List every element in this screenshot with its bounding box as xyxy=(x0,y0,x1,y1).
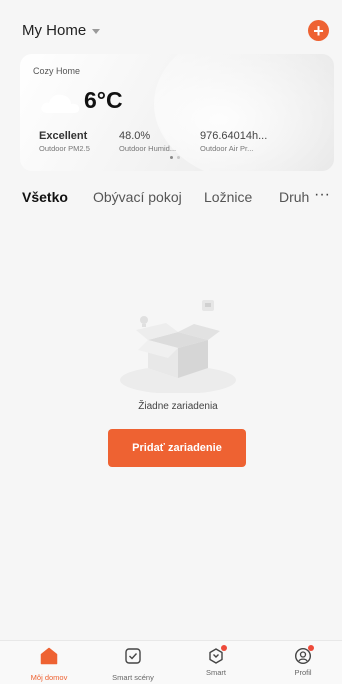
metric-value: Excellent xyxy=(39,130,88,142)
profile-icon-wrapper xyxy=(294,645,314,665)
tab-all[interactable]: Všetko xyxy=(22,189,68,205)
nav-label: Smart scény xyxy=(112,673,154,682)
smart-icon-wrapper xyxy=(207,645,227,665)
home-icon xyxy=(40,647,58,665)
temperature: 6°C xyxy=(84,87,123,113)
tab-living-room[interactable]: Obývací pokoj xyxy=(93,189,182,205)
notification-badge xyxy=(308,645,314,651)
nav-smart[interactable]: Smart xyxy=(181,645,251,677)
empty-state-message: Žiadne zariadenia xyxy=(138,401,218,412)
empty-box-illustration xyxy=(120,300,236,393)
check-square-icon xyxy=(125,648,141,664)
metric-label: Outdoor Air Pr... xyxy=(200,144,254,153)
page-dot xyxy=(177,156,180,159)
home-name: My Home xyxy=(22,22,87,39)
home-selector[interactable]: My Home xyxy=(22,22,101,39)
chevron-down-icon xyxy=(92,29,101,34)
header: My Home + xyxy=(0,0,342,52)
nav-label: Profil xyxy=(294,668,312,677)
add-button[interactable]: + xyxy=(308,20,329,41)
nav-label: Smart xyxy=(205,668,226,677)
metric-air-pressure: 976.64014h... Outdoor Air Pr... xyxy=(200,130,267,153)
metric-label: Outdoor PM2.5 xyxy=(39,144,90,153)
tab-other[interactable]: Druh xyxy=(279,189,313,205)
add-device-button[interactable]: Pridať zariadenie xyxy=(108,429,246,467)
card-decoration xyxy=(154,54,334,171)
weather-home-label: Cozy Home xyxy=(33,66,81,76)
room-tabs: Všetko Obývací pokoj Ložnice Druh ··· xyxy=(0,186,342,212)
more-icon[interactable]: ··· xyxy=(310,186,334,206)
metric-value: 48.0% xyxy=(119,130,151,142)
tab-bedroom[interactable]: Ložnice xyxy=(204,189,252,205)
bottom-nav: Môj domov Smart scény Smart Profil xyxy=(0,640,342,684)
metric-value: 976.64014h... xyxy=(200,130,268,142)
page-indicator xyxy=(170,156,180,159)
nav-label: Môj domov xyxy=(30,673,68,682)
notification-badge xyxy=(221,645,227,651)
nav-profile[interactable]: Profil xyxy=(268,645,338,677)
page-dot-active xyxy=(170,156,173,159)
cloud-icon xyxy=(41,94,80,113)
metric-label: Outdoor Humid... xyxy=(119,144,177,153)
nav-smart-scenes[interactable]: Smart scény xyxy=(98,647,168,682)
weather-card[interactable]: Cozy Home 6°C Excellent Outdoor PM2.5 48… xyxy=(20,54,334,171)
metric-pm25: Excellent Outdoor PM2.5 xyxy=(39,130,90,153)
metric-humidity: 48.0% Outdoor Humid... xyxy=(119,130,176,153)
nav-my-home[interactable]: Môj domov xyxy=(14,647,84,682)
